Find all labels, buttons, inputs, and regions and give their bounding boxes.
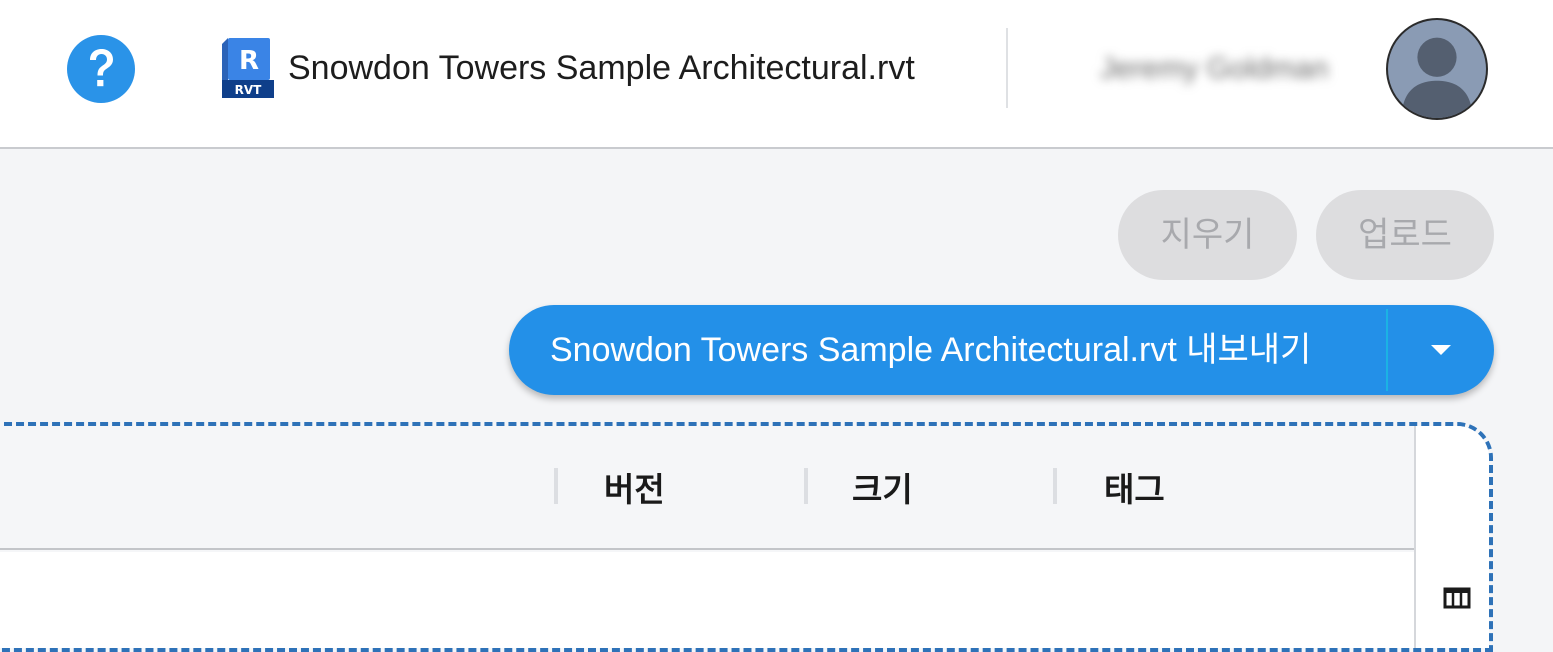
help-circle-icon [90, 49, 113, 87]
revit-file-icon: R RVT [222, 38, 274, 98]
table-header: 버전 크기 태그 [0, 426, 1414, 550]
export-dropdown-button[interactable] [1388, 305, 1494, 395]
file-icon-letter: R [239, 46, 259, 76]
export-split-button: Snowdon Towers Sample Architectural.rvt … [509, 305, 1494, 395]
column-separator[interactable] [804, 468, 808, 504]
clear-button[interactable]: 지우기 [1118, 190, 1297, 280]
user-silhouette-icon [1388, 20, 1486, 118]
table-side-toolbar [1414, 426, 1489, 648]
upload-button[interactable]: 업로드 [1316, 190, 1494, 280]
column-header-size[interactable]: 크기 [852, 470, 913, 510]
caret-down-icon [1431, 345, 1451, 355]
column-separator[interactable] [1053, 468, 1057, 504]
export-button[interactable]: Snowdon Towers Sample Architectural.rvt … [509, 305, 1386, 395]
user-name: Jeremy Goldman [1100, 52, 1329, 85]
file-drop-table-panel[interactable]: 버전 크기 태그 [0, 422, 1493, 652]
column-header-version[interactable]: 버전 [604, 470, 665, 510]
user-avatar[interactable] [1386, 18, 1488, 120]
column-header-tags[interactable]: 태그 [1104, 470, 1165, 510]
header-divider [1006, 28, 1008, 108]
help-button[interactable] [67, 35, 135, 103]
app-header: R RVT Snowdon Towers Sample Architectura… [0, 0, 1553, 149]
file-icon-badge: RVT [235, 83, 263, 97]
column-separator[interactable] [554, 468, 558, 504]
table-body [0, 552, 1414, 648]
columns-icon[interactable] [1443, 586, 1471, 610]
file-title: Snowdon Towers Sample Architectural.rvt [288, 49, 915, 87]
